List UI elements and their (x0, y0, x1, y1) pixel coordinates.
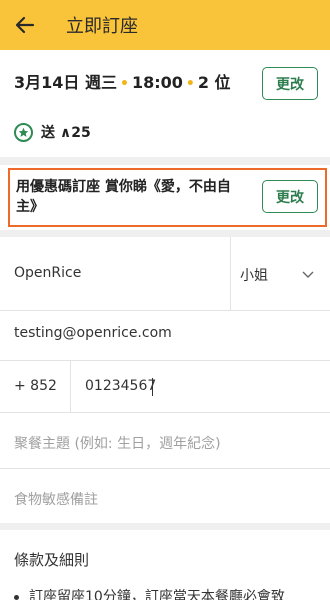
reward-star-icon (14, 122, 33, 142)
promo-text: 用優惠碼訂座 賞你睇《愛，不由自主》 (16, 179, 231, 215)
reward-row: 送 ∧25 (14, 122, 91, 142)
terms-title: 條款及細則 (14, 551, 90, 569)
allergy-field[interactable]: 食物敏感備註 (14, 489, 98, 509)
edit-promo-button[interactable]: 更改 (262, 180, 318, 213)
separator-dot: • (119, 76, 129, 92)
terms-section: 條款及細則 訂座留座10分鐘，訂座當天本餐廳必會致 (0, 530, 330, 600)
name-field[interactable]: OpenRice (14, 265, 81, 281)
booking-summary: 3月14日 週三 • 18:00 • 2 位 更改 送 ∧25 (0, 50, 330, 157)
terms-item-text: 訂座留座10分鐘，訂座當天本餐廳必會致 (29, 589, 285, 600)
name-row: OpenRice 小姐 (0, 237, 330, 311)
country-code-field[interactable]: + 852 (14, 378, 57, 394)
arrow-left-icon (15, 16, 35, 34)
phone-row: + 852 01234567 (0, 361, 330, 413)
bullet (14, 594, 19, 600)
chevron-down-icon[interactable] (302, 271, 314, 279)
booking-seats: 2 位 (197, 73, 231, 92)
allergy-row: 食物敏感備註 (0, 469, 330, 523)
divider (230, 237, 231, 310)
email-field[interactable]: testing@openrice.com (14, 325, 172, 341)
divider (70, 361, 71, 412)
theme-row: 聚餐主題 (例如: 生日，週年紀念) (0, 413, 330, 469)
booking-details: 3月14日 週三 • 18:00 • 2 位 (14, 69, 231, 93)
reward-points: 送 ∧25 (41, 125, 91, 141)
terms-list-item: 訂座留座10分鐘，訂座當天本餐廳必會致 (14, 586, 285, 600)
promo-section: 用優惠碼訂座 賞你睇《愛，不由自主》 更改 (0, 165, 330, 230)
edit-booking-button[interactable]: 更改 (262, 67, 318, 100)
text-cursor (152, 378, 153, 396)
page-title: 立即訂座 (66, 16, 138, 37)
email-row: testing@openrice.com (0, 311, 330, 361)
title-select[interactable]: 小姐 (240, 265, 268, 285)
contact-form: OpenRice 小姐 testing@openrice.com + 852 0… (0, 237, 330, 523)
booking-time: 18:00 (131, 73, 183, 92)
occasion-field[interactable]: 聚餐主題 (例如: 生日，週年紀念) (14, 433, 221, 453)
back-button[interactable] (0, 0, 50, 50)
booking-date: 3月14日 週三 (14, 73, 117, 92)
phone-field[interactable]: 01234567 (85, 378, 156, 394)
app-bar: 立即訂座 (0, 0, 330, 50)
promo-highlight-box: 用優惠碼訂座 賞你睇《愛，不由自主》 更改 (8, 168, 327, 227)
separator-dot: • (185, 76, 195, 92)
